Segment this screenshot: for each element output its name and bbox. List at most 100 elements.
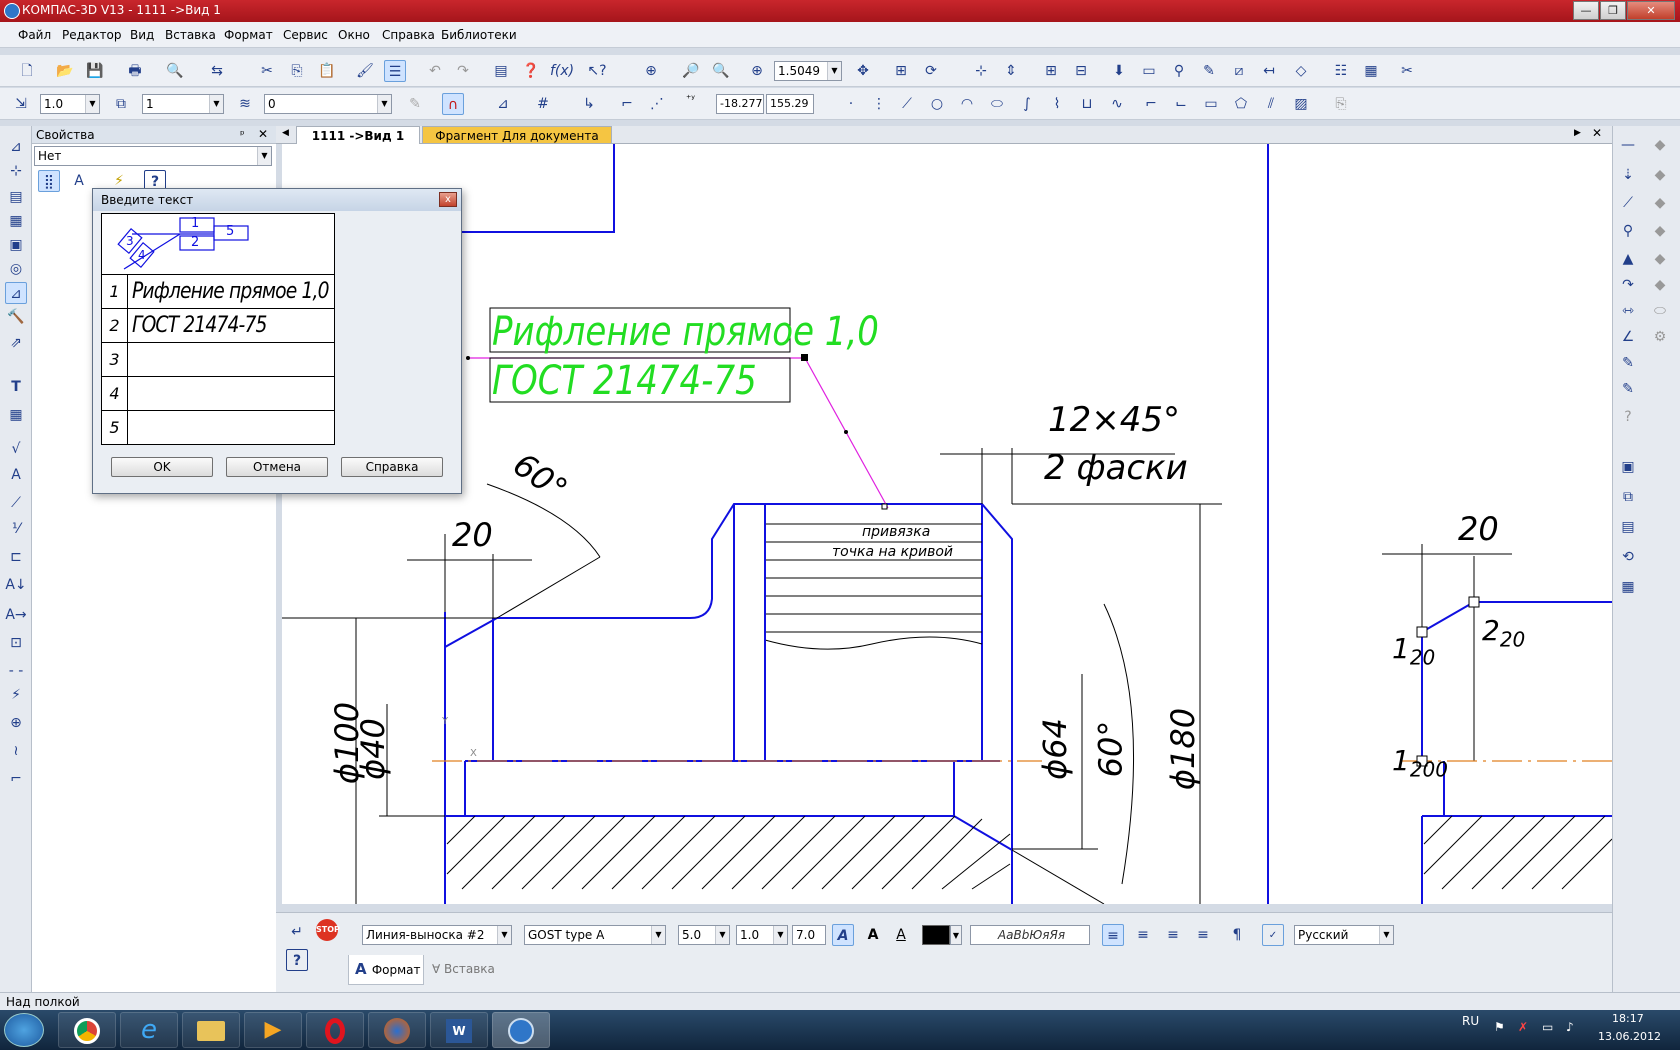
coord-y-field[interactable]: 155.29 [766,94,814,114]
help-button[interactable]: Справка [341,457,443,477]
save-icon[interactable]: 💾 [84,60,106,82]
view-state-icon[interactable]: ⧉ [110,93,132,115]
leader-text-line1[interactable]: Рифление прямое 1,0 [492,312,879,352]
dimensions-icon[interactable]: ⊹ [5,160,27,182]
language-indicator[interactable]: RU [1462,1014,1479,1028]
help-disabled-icon[interactable]: ? [1617,406,1639,428]
circle-icon[interactable]: ○ [926,93,948,115]
slanted-line-icon[interactable]: ⟋ [1617,192,1639,214]
shape6-icon[interactable]: ◆ [1649,274,1671,296]
arc-icon[interactable]: ◠ [956,93,978,115]
distance-icon[interactable]: ⇕ [1000,60,1022,82]
close-button[interactable]: ✕ [1627,1,1675,20]
clock-time[interactable]: 18:17 [1612,1012,1644,1025]
dia-64-label[interactable]: ϕ64 [1036,718,1074,780]
point-icon[interactable]: · [840,93,862,115]
dia-40-label[interactable]: ϕ40 [354,718,392,780]
menu-format[interactable]: Формат [224,28,273,42]
volume-icon[interactable]: ♪ [1566,1020,1574,1034]
zoom-in-icon[interactable]: 🔎 [680,60,702,82]
arc-dim-icon[interactable]: ↷ [1617,274,1639,296]
pen-icon[interactable]: ✎ [1617,352,1639,374]
word-taskbar-icon[interactable]: W [430,1012,488,1048]
grid-icon[interactable]: # [532,93,554,115]
tab-fragment[interactable]: Фрагмент Для документа [422,126,612,144]
pan-icon[interactable]: ✥ [852,60,874,82]
measurements-icon[interactable]: ◎ [5,258,27,280]
diamond-icon[interactable]: ◇ [1290,60,1312,82]
dialog-close-icon[interactable]: x [439,192,457,207]
chamfer-icon[interactable]: ⌙ [1170,93,1192,115]
font-size-select[interactable]: 5.0 ▼ [678,925,730,945]
align-left-icon[interactable]: ≡ [1102,924,1124,946]
break-line-icon[interactable]: ⌐ [5,768,27,790]
local-cs-icon[interactable]: ↳ [578,93,600,115]
tools-icon[interactable]: ✂ [1396,60,1418,82]
chevron-down-icon[interactable]: ▼ [1379,926,1393,944]
start-button[interactable] [4,1013,44,1047]
center-line-icon[interactable]: - - [5,660,27,682]
tab-scroll-left-icon[interactable]: ◀ [282,128,289,138]
tab-format[interactable]: A Формат [348,955,424,985]
tab-view[interactable]: 1111 ->Вид 1 [296,126,420,144]
align-right-icon[interactable]: ≡ [1162,924,1184,946]
text-row-2-input[interactable]: ГОСТ 21474-75 [132,309,267,342]
bezier-icon[interactable]: ⌇ [1046,93,1068,115]
text-row-4[interactable]: 4 [101,377,335,411]
align-center-icon[interactable]: ≡ [1132,924,1154,946]
redo-icon[interactable]: ↷ [452,60,474,82]
center-mark-icon[interactable]: ⊕ [5,712,27,734]
text-row-3[interactable]: 3 [101,343,335,377]
roughness-tool-icon[interactable]: √ [5,438,27,460]
width-dim-icon[interactable]: ⇿ [1617,300,1639,322]
create-object-icon[interactable]: ↵ [286,921,308,943]
menu-insert[interactable]: Вставка [165,28,216,42]
chevron-down-icon[interactable]: ▼ [715,926,729,944]
chevron-down-icon[interactable]: ▼ [377,95,391,113]
maximize-button[interactable]: ❐ [1600,1,1626,20]
spec-tool-icon[interactable]: ⇗ [5,332,27,354]
cut-line-icon[interactable]: A→ [5,604,27,626]
color-dropdown-icon[interactable]: ▼ [950,925,962,945]
magnet-snap-icon[interactable]: ∩ [442,93,464,115]
ie-taskbar-icon[interactable]: e [120,1012,178,1048]
open-file-icon[interactable]: 📂 [54,60,76,82]
nurbs-icon[interactable]: ∿ [1106,93,1128,115]
geometry-icon[interactable]: ⊿ [5,136,27,158]
roughness-icon[interactable]: ⚲ [1168,60,1190,82]
measure-icon[interactable]: ⊹ [970,60,992,82]
italic-icon[interactable]: A [832,924,854,946]
undo-icon[interactable]: ↶ [424,60,446,82]
menu-help[interactable]: Справка [382,28,435,42]
tab-scroll-right-icon[interactable]: ▶ [1574,128,1581,138]
shape-icon[interactable]: ◆ [1649,134,1671,156]
shape5-icon[interactable]: ◆ [1649,248,1671,270]
pin-icon[interactable]: ᵖ [240,128,245,141]
circle-tool-icon[interactable]: ⚲ [1617,220,1639,242]
zoom-scale-icon[interactable]: ⊕ [746,60,768,82]
dim-20-right[interactable]: 20 [1458,510,1499,548]
arrow-icon[interactable]: ↤ [1258,60,1280,82]
refresh-icon[interactable]: ⊞ [890,60,912,82]
pen-alt-icon[interactable]: ✎ [1617,378,1639,400]
cylinder-icon[interactable]: ⬭ [1649,300,1671,322]
layer-icon[interactable]: ≋ [234,93,256,115]
spellcheck-icon[interactable]: ✓ [1262,924,1284,946]
step-combo[interactable]: 1.0 ▼ [40,94,100,114]
angle-dim-icon[interactable]: ∠ [1617,326,1639,348]
help-pointer-icon[interactable]: ↖? [586,60,608,82]
table-icon[interactable]: ▦ [1360,60,1382,82]
chamfer-note-text[interactable]: 2 фаски [1044,448,1188,488]
table-tool-icon[interactable]: ▦ [5,404,27,426]
stack-icon[interactable]: ⧉ [1617,486,1639,508]
rebuild-icon[interactable]: ⟳ [920,60,942,82]
box-icon[interactable]: ▣ [1617,456,1639,478]
text-frame-icon[interactable]: ▭ [1138,60,1160,82]
menu-service[interactable]: Сервис [283,28,328,42]
kompas-taskbar-icon[interactable] [492,1012,550,1048]
ok-button[interactable]: OK [111,457,213,477]
parametric-icon[interactable]: ⋰ [646,93,668,115]
cut-icon[interactable]: ✂ [256,60,278,82]
chevron-down-icon[interactable]: ▼ [773,926,787,944]
gear-icon[interactable]: ⚙ [1649,326,1671,348]
